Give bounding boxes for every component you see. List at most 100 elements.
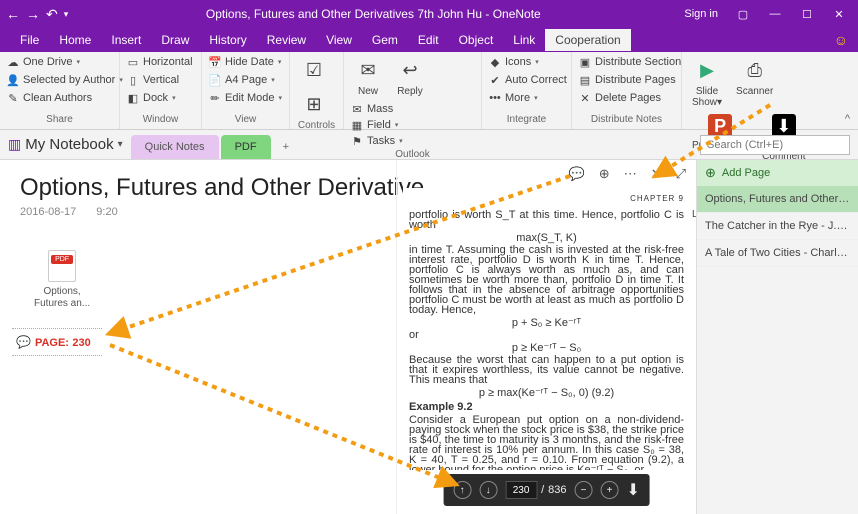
pdf-expand-icon[interactable]: ⤢: [676, 166, 686, 182]
tab-cooperation[interactable]: Cooperation: [545, 29, 630, 51]
tab-home[interactable]: Home: [49, 29, 101, 51]
autocorrect-button[interactable]: ✔Auto Correct: [486, 72, 569, 88]
checkbox-icon: ☑: [300, 56, 328, 84]
page-canvas[interactable]: Options, Futures and Other Derivative 20…: [0, 160, 696, 514]
chevron-down-icon: ▾: [118, 139, 123, 150]
forward-icon[interactable]: →: [26, 6, 40, 22]
reply-icon: ↩: [396, 56, 424, 84]
slideshow-icon: ▶: [693, 56, 721, 84]
tab-history[interactable]: History: [199, 29, 256, 51]
pdf-adobe-icon[interactable]: ⬇: [627, 480, 640, 500]
add-page-button[interactable]: ⊕ Add Page: [697, 160, 858, 186]
pdf-more-icon[interactable]: ⋯: [624, 166, 637, 182]
section-pdf[interactable]: PDF: [221, 135, 271, 159]
pdf-zoom-out-icon[interactable]: −: [575, 481, 593, 499]
page-icon: 📄: [208, 73, 222, 87]
dock-icon: ◧: [126, 91, 140, 105]
title-bar: ← → ↶ ▾ Options, Futures and Other Deriv…: [0, 0, 858, 28]
pdf-toolbar: ↑ ↓ / 836 − + ⬇: [443, 474, 650, 506]
tab-draw[interactable]: Draw: [151, 29, 199, 51]
window-title: Options, Futures and Other Derivatives 7…: [68, 7, 678, 21]
dist-section-icon: ▣: [578, 55, 592, 69]
section-quick-notes[interactable]: Quick Notes: [131, 135, 219, 159]
edit-mode-button[interactable]: ✏Edit Mode▾: [206, 90, 284, 106]
feedback-icon[interactable]: ☺: [834, 32, 848, 48]
checkbox-control-button[interactable]: ☑: [294, 54, 334, 86]
tab-view[interactable]: View: [316, 29, 362, 51]
a4-page-button[interactable]: 📄A4 Page▾: [206, 72, 277, 88]
page-list-item[interactable]: The Catcher in the Rye - J.D. Salin: [697, 213, 858, 240]
icons-icon: ◆: [488, 55, 502, 69]
pdf-page-down-icon[interactable]: ↓: [479, 481, 497, 499]
tab-review[interactable]: Review: [257, 29, 316, 51]
tab-edit[interactable]: Edit: [408, 29, 449, 51]
pencil-icon: ✎: [6, 91, 20, 105]
maximize-icon[interactable]: ☐: [794, 8, 820, 21]
delete-icon: ✕: [578, 91, 592, 105]
group-distribute-label: Distribute Notes: [576, 114, 677, 127]
pdf-add-icon[interactable]: ⊕: [599, 166, 610, 182]
calendar-icon: 📅: [208, 55, 222, 69]
horizontal-icon: ▭: [126, 55, 140, 69]
pdf-attachment[interactable]: Options,Futures an...: [34, 250, 90, 310]
field-icon: ▦: [350, 118, 364, 132]
grid-control-button[interactable]: ⊞: [294, 88, 334, 120]
user-icon: 👤: [6, 73, 20, 87]
pdf-page-total: 836: [548, 484, 566, 496]
hide-date-button[interactable]: 📅Hide Date▾: [206, 54, 283, 70]
page-list-item[interactable]: Options, Futures and Other Deriva: [697, 186, 858, 213]
tab-gem[interactable]: Gem: [362, 29, 408, 51]
mass-icon: ✉: [350, 102, 364, 116]
tasks-button[interactable]: ⚑Tasks▾: [348, 133, 405, 149]
clean-authors-button[interactable]: ✎Clean Authors: [4, 90, 94, 106]
ribbon-options-icon[interactable]: ▢: [730, 8, 756, 21]
vertical-button[interactable]: ▯Vertical: [124, 72, 181, 88]
tab-file[interactable]: File: [10, 29, 49, 51]
signin-link[interactable]: Sign in: [678, 8, 724, 20]
collapse-ribbon-icon[interactable]: ^: [837, 109, 858, 129]
reply-button[interactable]: ↩Reply: [390, 54, 430, 99]
horizontal-button[interactable]: ▭Horizontal: [124, 54, 195, 70]
close-icon[interactable]: ✕: [826, 8, 852, 21]
page-list-item[interactable]: A Tale of Two Cities - Charles Dic: [697, 240, 858, 267]
menu-bar: File Home Insert Draw History Review Vie…: [0, 28, 858, 52]
field-button[interactable]: ▦Field▾: [348, 117, 405, 133]
pdf-zoom-in-icon[interactable]: +: [601, 481, 619, 499]
edit-icon: ✏: [208, 91, 222, 105]
selected-by-author-button[interactable]: 👤Selected by Author▾: [4, 72, 125, 88]
scanner-button[interactable]: ⎙Scanner: [730, 54, 779, 99]
pdf-comment-tool-icon[interactable]: 💬: [569, 166, 585, 182]
pdf-page-content[interactable]: CHAPTER 9 portfolio is worth S_T at this…: [403, 188, 690, 470]
vertical-icon: ▯: [126, 73, 140, 87]
minimize-icon[interactable]: —: [762, 8, 788, 20]
slideshow-button[interactable]: ▶SlideShow▾: [686, 54, 728, 110]
pdf-page-up-icon[interactable]: ↑: [453, 481, 471, 499]
icons-button[interactable]: ◆Icons▾: [486, 54, 541, 70]
distribute-section-button[interactable]: ▣Distribute Section: [576, 54, 683, 70]
comment-icon: 💬: [16, 335, 31, 349]
new-mail-button[interactable]: ✉New: [348, 54, 388, 99]
dock-button[interactable]: ◧Dock▾: [124, 90, 178, 106]
notebook-selector[interactable]: ▥ My Notebook ▾: [8, 136, 123, 153]
mass-button[interactable]: ✉Mass: [348, 101, 405, 117]
onedrive-button[interactable]: ☁One Drive▾: [4, 54, 82, 70]
search-input[interactable]: [700, 135, 850, 155]
grid-icon: ⊞: [300, 90, 328, 118]
more-button[interactable]: •••More▾: [486, 90, 540, 106]
pdf-file-icon: [48, 250, 76, 282]
tab-link[interactable]: Link: [503, 29, 545, 51]
more-icon: •••: [488, 91, 502, 105]
pdf-page-input[interactable]: [505, 481, 537, 499]
scanner-icon: ⎙: [741, 56, 769, 84]
distribute-pages-button[interactable]: ▤Distribute Pages: [576, 72, 678, 88]
back-icon[interactable]: ←: [6, 6, 20, 22]
page-list-sidebar: ⊕ Add Page Options, Futures and Other De…: [696, 160, 858, 514]
undo-icon[interactable]: ↶: [46, 6, 58, 23]
page-number-note[interactable]: 💬 PAGE: 230: [12, 328, 102, 356]
delete-pages-button[interactable]: ✕Delete Pages: [576, 90, 663, 106]
tab-object[interactable]: Object: [449, 29, 504, 51]
tab-insert[interactable]: Insert: [101, 29, 151, 51]
pdf-close-icon[interactable]: ✕: [651, 166, 662, 182]
dist-pages-icon: ▤: [578, 73, 592, 87]
add-section-button[interactable]: +: [273, 135, 299, 159]
